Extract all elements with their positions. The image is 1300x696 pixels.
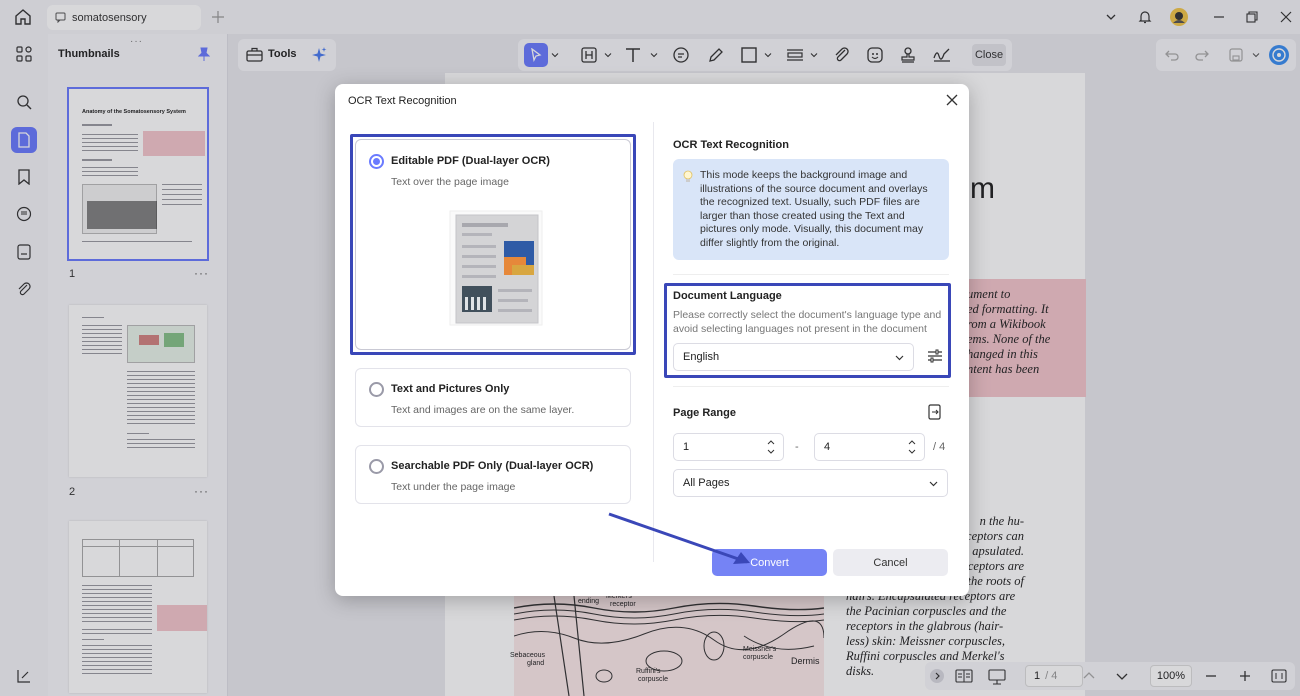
stepper-icon[interactable] (908, 439, 916, 455)
chevron-down-icon (895, 355, 904, 361)
section-divider (673, 386, 949, 387)
pointer-arrow (608, 512, 750, 564)
range-dash: - (795, 441, 799, 453)
language-select[interactable]: English (673, 343, 914, 371)
page-range-icon[interactable] (927, 404, 943, 420)
language-title: Document Language (673, 290, 782, 302)
range-from-value: 1 (683, 441, 690, 453)
lightbulb-icon (682, 170, 694, 184)
mode-title-text-pictures: Text and Pictures Only (391, 383, 510, 395)
language-settings-icon[interactable] (927, 348, 943, 364)
info-text: This mode keeps the background image and… (700, 169, 928, 249)
chevron-down-icon (929, 481, 938, 487)
language-description: Please correctly select the document's l… (673, 309, 942, 335)
range-total: / 4 (933, 441, 946, 453)
section-divider (673, 274, 949, 275)
language-value: English (683, 351, 720, 363)
mode-desc-editable-pdf: Text over the page image (391, 176, 509, 188)
pages-option: All Pages (683, 477, 730, 489)
range-from-input[interactable]: 1 (673, 433, 784, 461)
dialog-title: OCR Text Recognition (348, 95, 457, 107)
mode-desc-text-pictures: Text and images are on the same layer. (391, 404, 575, 416)
range-to-value: 4 (824, 441, 831, 453)
mode-radio-searchable-pdf[interactable] (369, 459, 384, 474)
dialog-divider (653, 122, 654, 562)
mode-option-searchable-pdf[interactable]: Searchable PDF Only (Dual-layer OCR) Tex… (355, 445, 631, 504)
close-icon[interactable] (945, 93, 961, 109)
mode-radio-text-pictures[interactable] (369, 382, 384, 397)
mode-option-text-pictures[interactable]: Text and Pictures Only Text and images a… (355, 368, 631, 427)
right-section-title: OCR Text Recognition (673, 139, 789, 151)
document-preview-illustration (446, 207, 546, 329)
mode-desc-searchable-pdf: Text under the page image (391, 481, 516, 493)
cancel-button[interactable]: Cancel (833, 549, 948, 576)
page-range-title: Page Range (673, 407, 736, 419)
mode-option-editable-pdf[interactable]: Editable PDF (Dual-layer OCR) Text over … (355, 139, 631, 350)
stepper-icon[interactable] (767, 439, 775, 455)
info-box: This mode keeps the background image and… (673, 159, 949, 260)
pages-select[interactable]: All Pages (673, 469, 948, 497)
mode-title-searchable-pdf: Searchable PDF Only (Dual-layer OCR) (391, 460, 594, 472)
mode-radio-editable-pdf[interactable] (369, 154, 384, 169)
range-to-input[interactable]: 4 (814, 433, 925, 461)
mode-title-editable-pdf: Editable PDF (Dual-layer OCR) (391, 155, 550, 167)
